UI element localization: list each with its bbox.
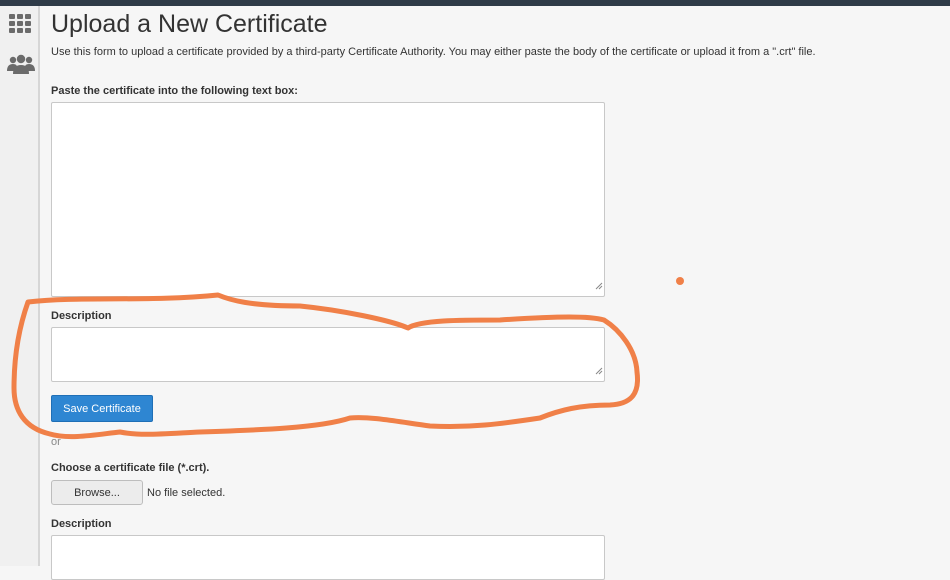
sidebar [0, 6, 40, 566]
or-separator: or [51, 436, 61, 448]
browse-button[interactable]: Browse... [51, 480, 143, 505]
upload-description-label: Description [51, 518, 112, 530]
users-icon[interactable] [7, 54, 35, 81]
resize-grip-icon[interactable] [594, 362, 603, 380]
page-intro: Use this form to upload a certificate pr… [51, 46, 816, 58]
upload-description-textarea[interactable] [51, 535, 605, 580]
description-label: Description [51, 310, 112, 322]
save-certificate-button[interactable]: Save Certificate [51, 395, 153, 422]
annotation-dot [676, 277, 684, 285]
description-textarea[interactable] [51, 327, 605, 382]
certificate-textarea[interactable] [51, 102, 605, 297]
page-title: Upload a New Certificate [51, 10, 328, 38]
grid-icon[interactable] [9, 14, 31, 39]
resize-grip-icon[interactable] [594, 277, 603, 295]
file-status: No file selected. [147, 487, 226, 499]
top-bar [0, 0, 950, 6]
certificate-text-label: Paste the certificate into the following… [51, 85, 298, 97]
file-label: Choose a certificate file (*.crt). [51, 462, 210, 474]
